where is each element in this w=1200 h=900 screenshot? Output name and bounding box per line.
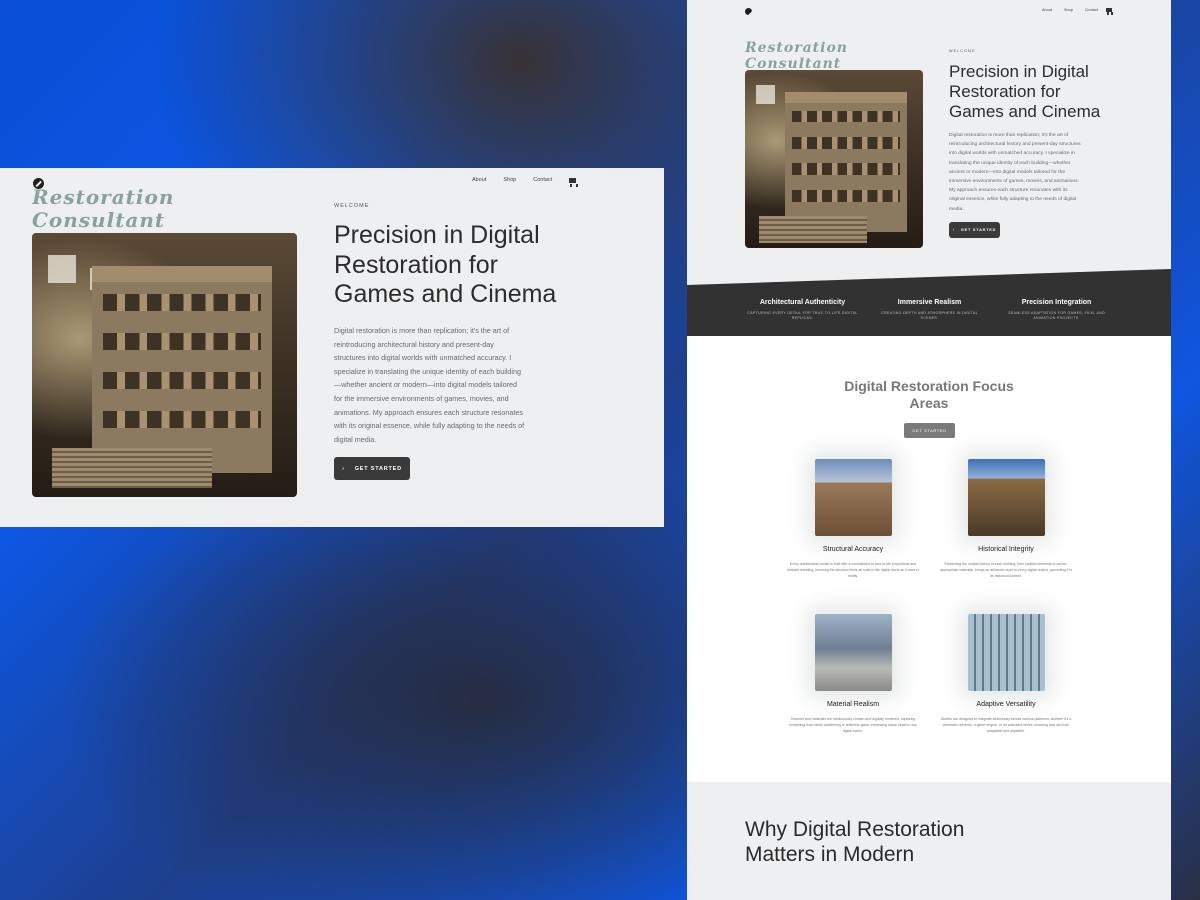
card-title: Material Realism: [826, 701, 880, 708]
chevron-right-icon: ›: [342, 465, 345, 472]
main-nav: About Shop Contact: [1042, 8, 1098, 12]
focus-get-started-button[interactable]: GET STARTED: [904, 423, 955, 438]
focus-card: Material Realism Textures and materials …: [778, 614, 928, 735]
cart-icon[interactable]: [1106, 8, 1114, 13]
get-started-label: GET STARTED: [354, 465, 402, 472]
nav-about[interactable]: About: [1042, 8, 1052, 12]
hero-eyebrow: WELCOME: [949, 49, 976, 53]
feature-subtitle: CREATING DEPTH AND ATMOSPHERE IN DIGITAL…: [881, 311, 978, 320]
structural-accuracy-image: [814, 459, 892, 536]
get-started-label: GET STARTED: [960, 228, 997, 232]
nav-contact[interactable]: Contact: [1085, 8, 1098, 12]
logo-icon[interactable]: [745, 8, 752, 15]
focus-card: Historical Integrity Preserving the uniq…: [931, 459, 1081, 580]
card-title: Adaptive Versatility: [976, 701, 1036, 708]
hero-description: Digital restoration is more than replica…: [949, 133, 1081, 212]
nav-shop[interactable]: Shop: [1064, 8, 1073, 12]
feature-subtitle: CAPTURING EVERY DETAIL FOR TRUE-TO-LIFE …: [747, 311, 858, 320]
nav-shop[interactable]: Shop: [503, 177, 516, 183]
nav-about[interactable]: About: [472, 177, 486, 183]
hero-title: Precision in Digital Restoration for Gam…: [334, 221, 557, 308]
main-nav: About Shop Contact: [472, 177, 552, 183]
focus-title: Digital Restoration Focus Areas: [844, 378, 1014, 411]
material-realism-image: [814, 614, 892, 691]
brand-name[interactable]: Restoration Consultant: [745, 40, 848, 72]
hero-title: Precision in Digital Restoration for Gam…: [949, 62, 1101, 122]
hero-description: Digital restoration is more than replica…: [334, 326, 525, 444]
adaptive-versatility-image: [967, 614, 1045, 691]
band-edge: [687, 269, 1171, 285]
feature-item: Architectural Authenticity CAPTURING EVE…: [745, 299, 860, 320]
card-title: Historical Integrity: [978, 546, 1034, 553]
desktop-preview-panel: Restoration Consultant About Shop Contac…: [0, 168, 664, 527]
card-description: Textures and materials are meticulously …: [789, 717, 917, 733]
feature-subtitle: SEAMLESS ADAPTATION FOR GAMES, FILM, AND…: [1008, 311, 1105, 320]
hero-building-image: [745, 70, 923, 248]
get-started-button[interactable]: › GET STARTED: [334, 457, 410, 480]
feature-title: Architectural Authenticity: [759, 299, 846, 306]
feature-title: Precision Integration: [1021, 299, 1092, 306]
get-started-button[interactable]: › GET STARTED: [949, 222, 1000, 238]
full-page-preview-panel: About Shop Contact Restoration Consultan…: [687, 0, 1171, 900]
card-description: Models are designed to integrate seamles…: [940, 717, 1072, 733]
brand-name[interactable]: Restoration Consultant: [32, 186, 174, 230]
card-description: Every architectural model is built with …: [787, 562, 919, 578]
card-title: Structural Accuracy: [822, 546, 884, 553]
feature-item: Immersive Realism CREATING DEPTH AND ATM…: [872, 299, 987, 320]
focus-card: Adaptive Versatility Models are designed…: [931, 614, 1081, 735]
hero-building-image: [32, 233, 297, 497]
feature-title: Immersive Realism: [897, 299, 962, 306]
nav-contact[interactable]: Contact: [533, 177, 552, 183]
chevron-right-icon: ›: [952, 228, 955, 232]
why-title: Why Digital Restoration Matters in Moder…: [745, 818, 965, 866]
focus-card: Structural Accuracy Every architectural …: [778, 459, 928, 580]
historical-integrity-image: [967, 459, 1045, 536]
hero-eyebrow: WELCOME: [334, 203, 370, 209]
feature-item: Precision Integration SEAMLESS ADAPTATIO…: [999, 299, 1114, 320]
card-description: Preserving the unique history of each bu…: [940, 562, 1072, 578]
cart-icon[interactable]: [569, 178, 578, 185]
